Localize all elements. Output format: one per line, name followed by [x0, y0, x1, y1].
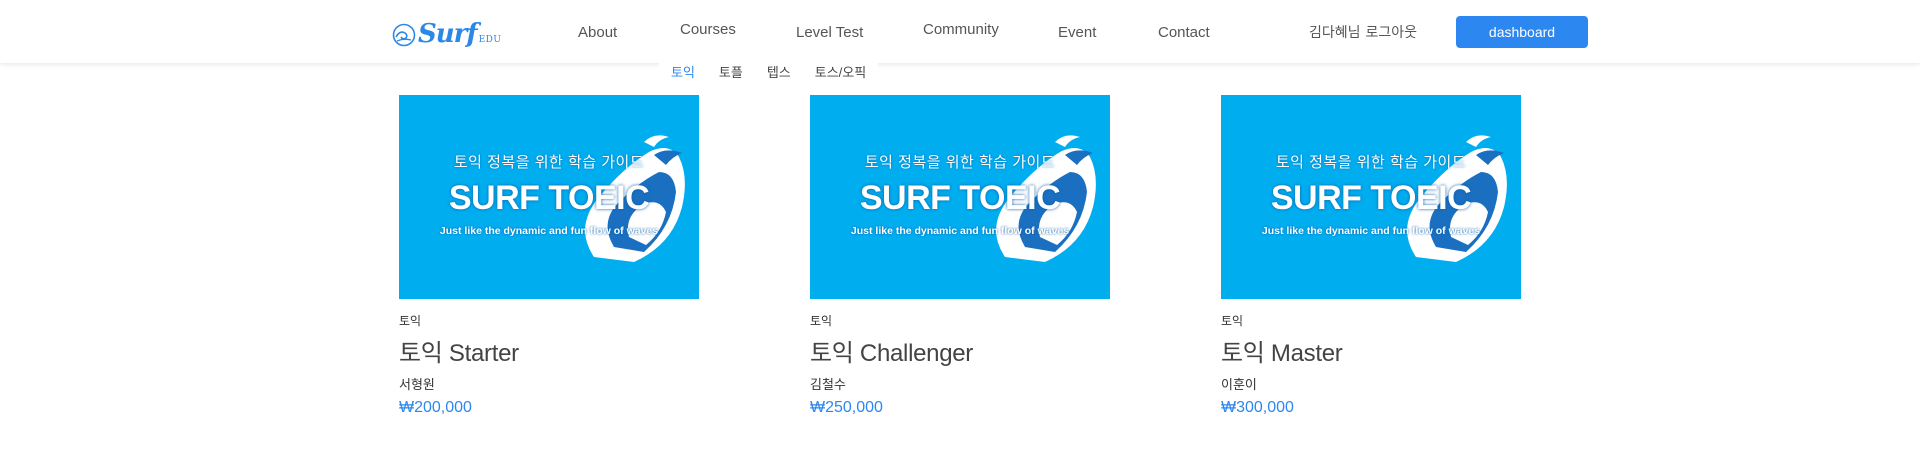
course-price: ₩250,000 [810, 399, 883, 416]
course-category: 토익 [1221, 314, 1244, 328]
nav-level-test[interactable]: Level Test [796, 1, 863, 64]
course-instructor: 김철수 [810, 377, 846, 392]
course-title[interactable]: 토익 Challenger [810, 333, 1110, 368]
course-card[interactable]: 토익 정복을 위한 학습 가이드 SURF TOEIC Just like th… [810, 95, 1110, 417]
wave-logo-icon [392, 23, 416, 47]
thumbnail-subtitle: 토익 정복을 위한 학습 가이드 [1275, 154, 1467, 171]
site-logo[interactable]: Surf EDU [392, 17, 501, 47]
course-thumbnail[interactable]: 토익 정복을 위한 학습 가이드 SURF TOEIC Just like th… [1221, 95, 1521, 299]
thumbnail-subtitle: 토익 정복을 위한 학습 가이드 [453, 154, 645, 171]
courses-subnav: 토익 토플 텝스 토스/오픽 [659, 60, 879, 82]
subnav-item-toeic[interactable]: 토익 [659, 62, 707, 81]
nav-community[interactable]: Community [923, 0, 999, 61]
course-thumbnail[interactable]: 토익 정복을 위한 학습 가이드 SURF TOEIC Just like th… [810, 95, 1110, 299]
user-area: 김다혜님 로그아웃 [1309, 0, 1417, 63]
logo-text: Surf [418, 19, 478, 49]
thumbnail-tagline: Just like the dynamic and fun flow of wa… [1261, 225, 1481, 237]
subnav-item-toefl[interactable]: 토플 [707, 62, 755, 81]
dashboard-button[interactable]: dashboard [1456, 16, 1588, 48]
course-instructor: 서형원 [399, 377, 435, 392]
course-card[interactable]: 토익 정복을 위한 학습 가이드 SURF TOEIC Just like th… [1221, 95, 1521, 417]
course-card[interactable]: 토익 정복을 위한 학습 가이드 SURF TOEIC Just like th… [399, 95, 699, 417]
nav-contact[interactable]: Contact [1158, 1, 1210, 64]
course-category: 토익 [399, 314, 422, 328]
course-price: ₩300,000 [1221, 399, 1294, 416]
thumbnail-subtitle: 토익 정복을 위한 학습 가이드 [864, 154, 1056, 171]
course-title[interactable]: 토익 Master [1221, 333, 1521, 368]
course-title[interactable]: 토익 Starter [399, 333, 699, 368]
thumbnail-tagline: Just like the dynamic and fun flow of wa… [439, 225, 659, 237]
thumbnail-title: SURF TOEIC [448, 179, 650, 217]
course-thumbnail[interactable]: 토익 정복을 위한 학습 가이드 SURF TOEIC Just like th… [399, 95, 699, 299]
thumbnail-tagline: Just like the dynamic and fun flow of wa… [850, 225, 1070, 237]
nav-event[interactable]: Event [1058, 1, 1096, 64]
nav-courses[interactable]: Courses [680, 0, 736, 61]
user-name: 김다혜님 [1309, 23, 1361, 40]
course-price: ₩200,000 [399, 399, 472, 416]
subnav-item-tos-opic[interactable]: 토스/오픽 [803, 62, 878, 81]
nav-about[interactable]: About [578, 1, 617, 64]
thumbnail-title: SURF TOEIC [1270, 179, 1472, 217]
logout-link[interactable]: 로그아웃 [1366, 22, 1418, 42]
course-instructor: 이훈이 [1221, 377, 1257, 392]
thumbnail-title: SURF TOEIC [859, 179, 1061, 217]
site-header: Surf EDU About Courses Level Test Commun… [0, 0, 1920, 63]
course-category: 토익 [810, 314, 833, 328]
logo-sub: EDU [478, 35, 502, 45]
subnav-item-teps[interactable]: 텝스 [755, 62, 803, 81]
